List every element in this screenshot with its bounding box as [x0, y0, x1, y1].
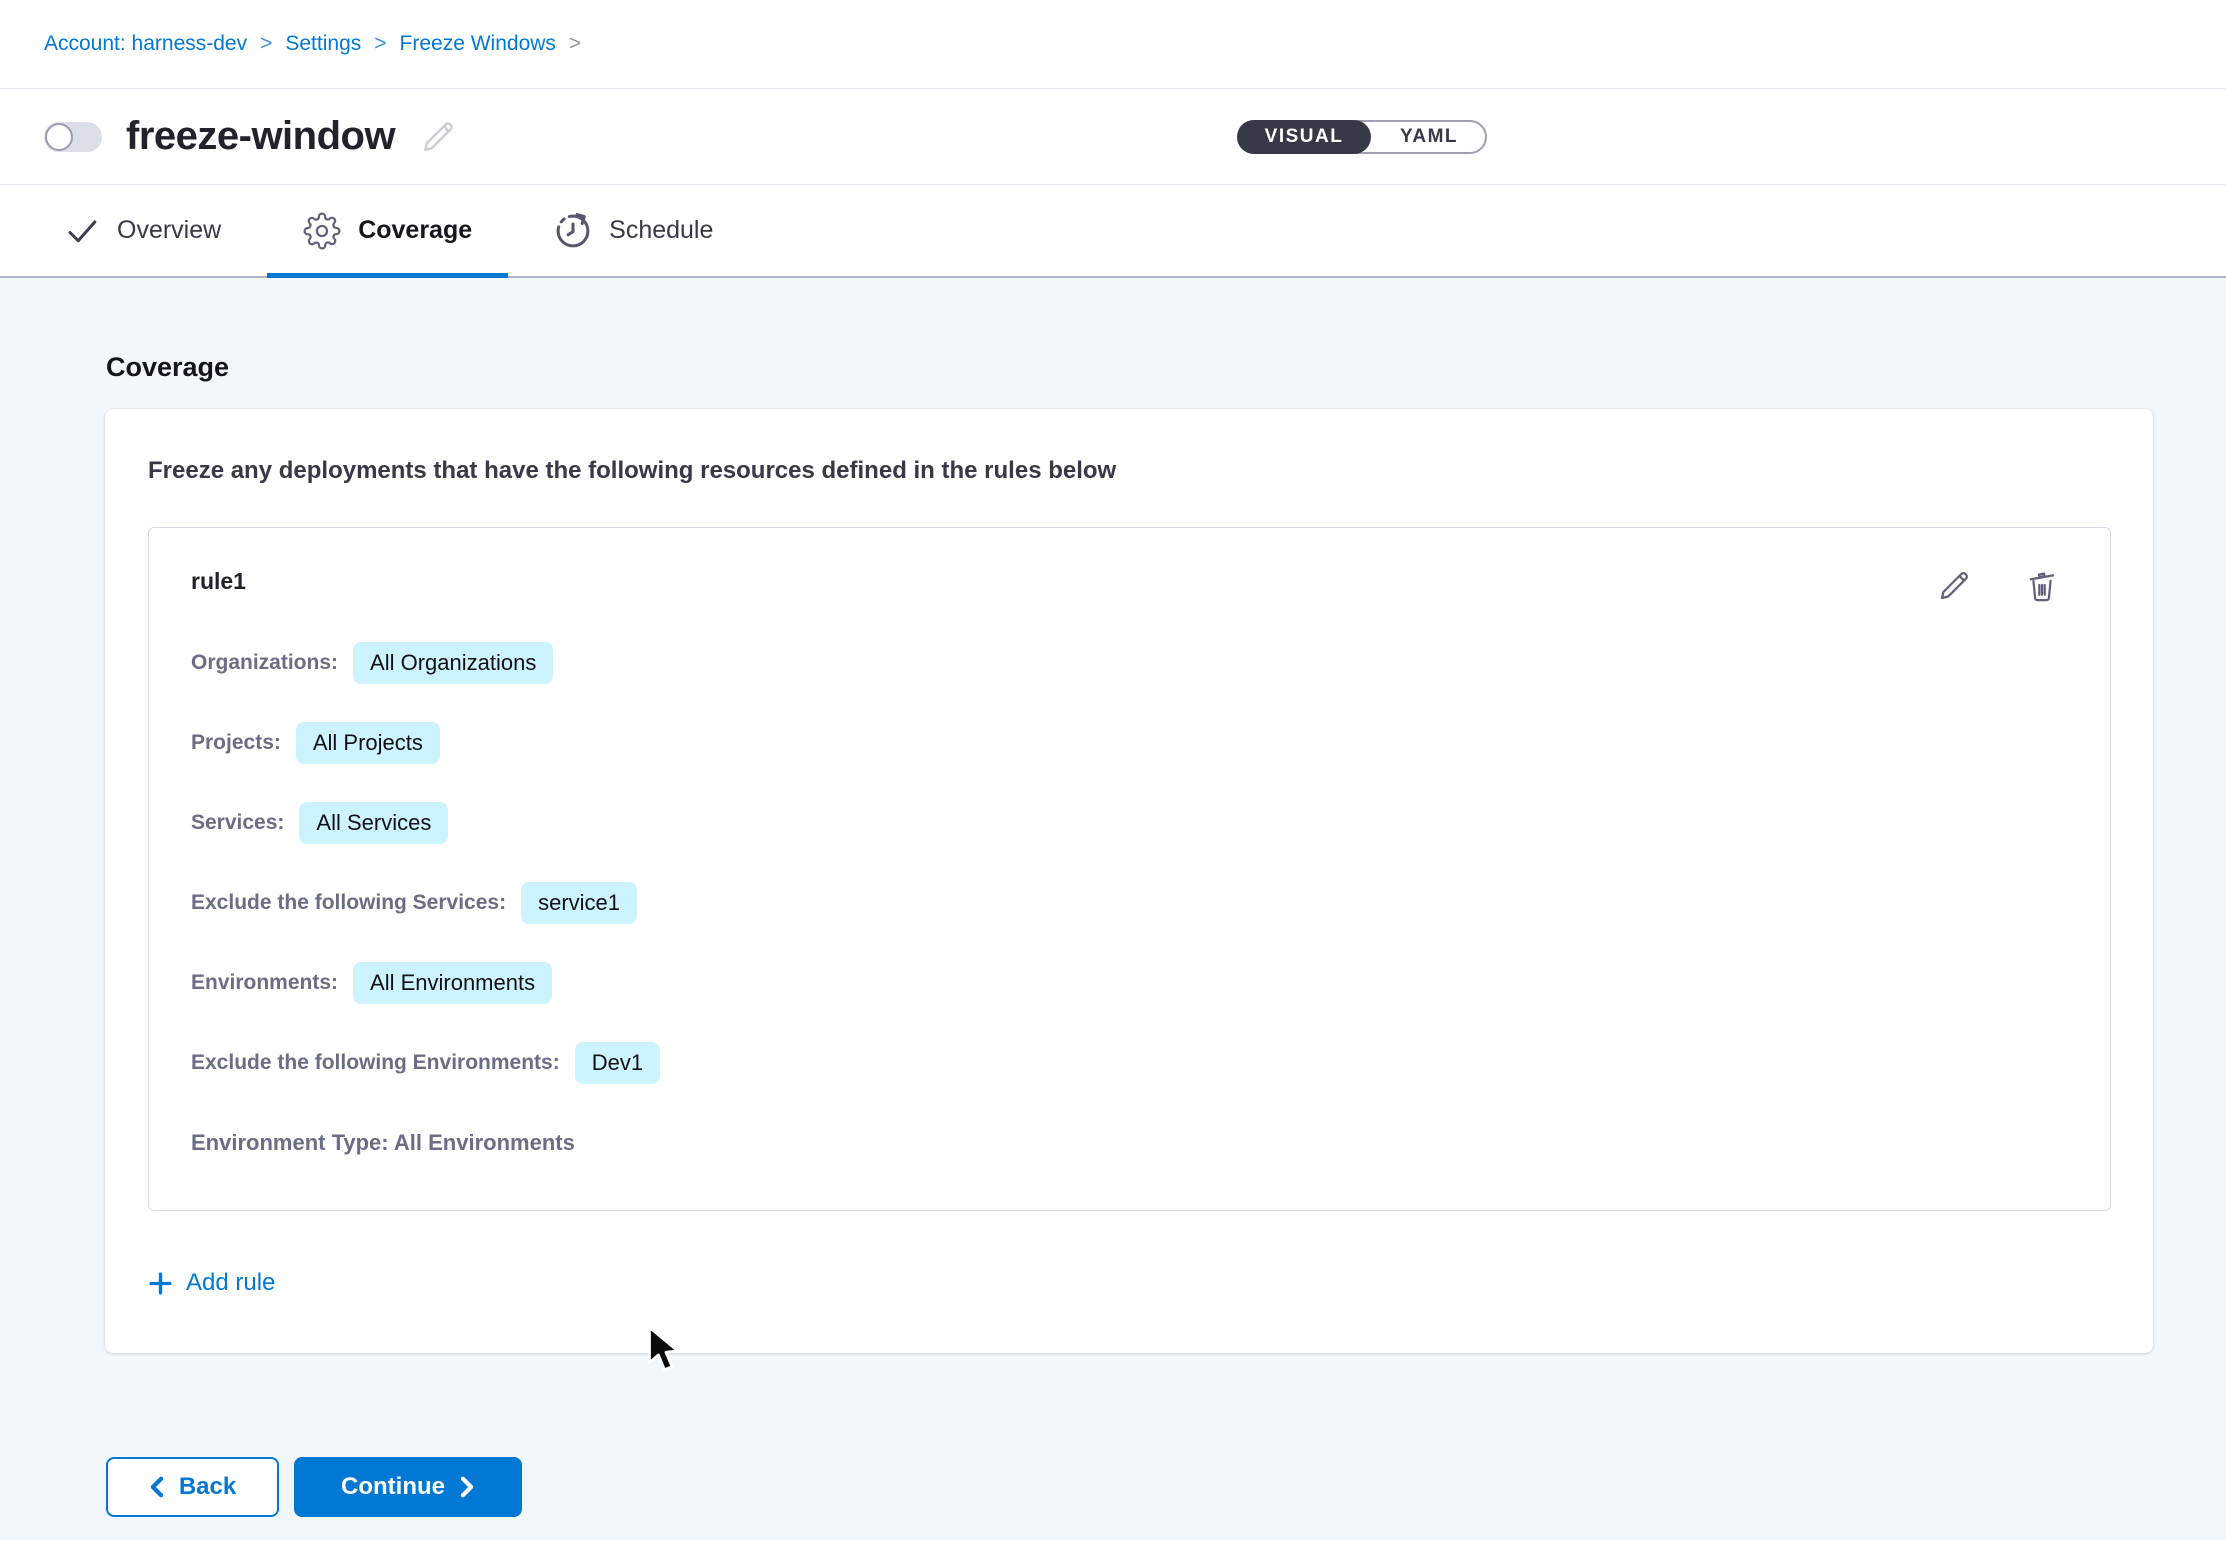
tab-schedule[interactable]: Schedule — [518, 185, 749, 276]
breadcrumb-settings-link[interactable]: Settings — [285, 32, 361, 56]
mode-visual-button[interactable]: VISUAL — [1237, 120, 1371, 154]
add-rule-button[interactable]: Add rule — [148, 1269, 275, 1297]
rule-actions — [1936, 568, 2060, 604]
rule-row: Services: All Services — [191, 802, 2068, 844]
tab-coverage[interactable]: Coverage — [267, 185, 508, 276]
breadcrumb-separator: > — [260, 32, 272, 56]
rule-row-badge: All Services — [299, 802, 448, 844]
freeze-enable-toggle[interactable] — [44, 122, 102, 152]
rule-row-badge: All Projects — [296, 722, 440, 764]
schedule-clock-icon — [554, 212, 592, 250]
page-title: freeze-window — [126, 114, 395, 159]
rule-row-label: Projects: — [191, 731, 281, 755]
rule-row: Environment Type: All Environments — [191, 1122, 2068, 1164]
gear-icon — [303, 212, 341, 250]
rule-card: rule1 — [148, 527, 2111, 1211]
rule-row: Environments: All Environments — [191, 962, 2068, 1004]
visual-yaml-switch: VISUAL YAML — [1237, 120, 1487, 154]
page-header: freeze-window VISUAL YAML — [0, 89, 2226, 185]
back-button[interactable]: Back — [106, 1457, 279, 1517]
rule-row-badge: service1 — [521, 882, 637, 924]
rule-row-label: Environment Type: All Environments — [191, 1130, 575, 1156]
rule-row-badge: All Environments — [353, 962, 552, 1004]
tab-label: Overview — [117, 216, 221, 245]
tab-label: Schedule — [609, 216, 713, 245]
tab-label: Coverage — [358, 216, 472, 245]
breadcrumb-bar: Account: harness-dev > Settings > Freeze… — [0, 0, 2226, 89]
breadcrumb-account-link[interactable]: Account: harness-dev — [44, 32, 247, 56]
tab-bar: Overview Coverage Schedule — [0, 185, 2226, 278]
toggle-knob — [45, 123, 73, 151]
chevron-left-icon — [149, 1476, 165, 1498]
footer-buttons: Back Continue — [106, 1457, 2226, 1517]
add-rule-label: Add rule — [186, 1269, 275, 1297]
coverage-card: Freeze any deployments that have the fol… — [105, 409, 2153, 1353]
breadcrumb-separator: > — [374, 32, 386, 56]
rule-row-label: Organizations: — [191, 651, 338, 675]
mode-yaml-button[interactable]: YAML — [1371, 120, 1487, 154]
rule-row-badge: Dev1 — [575, 1042, 660, 1084]
rule-row: Exclude the following Services: service1 — [191, 882, 2068, 924]
rule-row-label: Exclude the following Services: — [191, 891, 506, 915]
rule-row: Projects: All Projects — [191, 722, 2068, 764]
coverage-card-heading: Freeze any deployments that have the fol… — [148, 457, 2111, 485]
breadcrumb-separator: > — [569, 32, 581, 56]
rule-name: rule1 — [191, 568, 1936, 595]
continue-button-label: Continue — [341, 1473, 445, 1501]
rule-rows: Organizations: All Organizations Project… — [191, 642, 2068, 1164]
delete-rule-trash-icon[interactable] — [2024, 568, 2060, 604]
tab-overview[interactable]: Overview — [28, 185, 257, 276]
chevron-right-icon — [459, 1476, 475, 1498]
rule-row-label: Exclude the following Environments: — [191, 1051, 560, 1075]
edit-rule-pencil-icon[interactable] — [1936, 568, 1972, 604]
breadcrumb: Account: harness-dev > Settings > Freeze… — [44, 32, 581, 56]
coverage-content: Coverage Freeze any deployments that hav… — [0, 278, 2226, 1540]
continue-button[interactable]: Continue — [294, 1457, 522, 1517]
rule-row: Organizations: All Organizations — [191, 642, 2068, 684]
rule-row-badge: All Organizations — [353, 642, 553, 684]
check-icon — [64, 213, 100, 249]
rule-row-label: Services: — [191, 811, 284, 835]
edit-title-pencil-icon[interactable] — [419, 118, 457, 156]
breadcrumb-freeze-windows-link[interactable]: Freeze Windows — [400, 32, 556, 56]
plus-icon — [148, 1271, 173, 1296]
rule-row: Exclude the following Environments: Dev1 — [191, 1042, 2068, 1084]
rule-row-label: Environments: — [191, 971, 338, 995]
section-title: Coverage — [106, 352, 2226, 383]
back-button-label: Back — [179, 1473, 236, 1501]
